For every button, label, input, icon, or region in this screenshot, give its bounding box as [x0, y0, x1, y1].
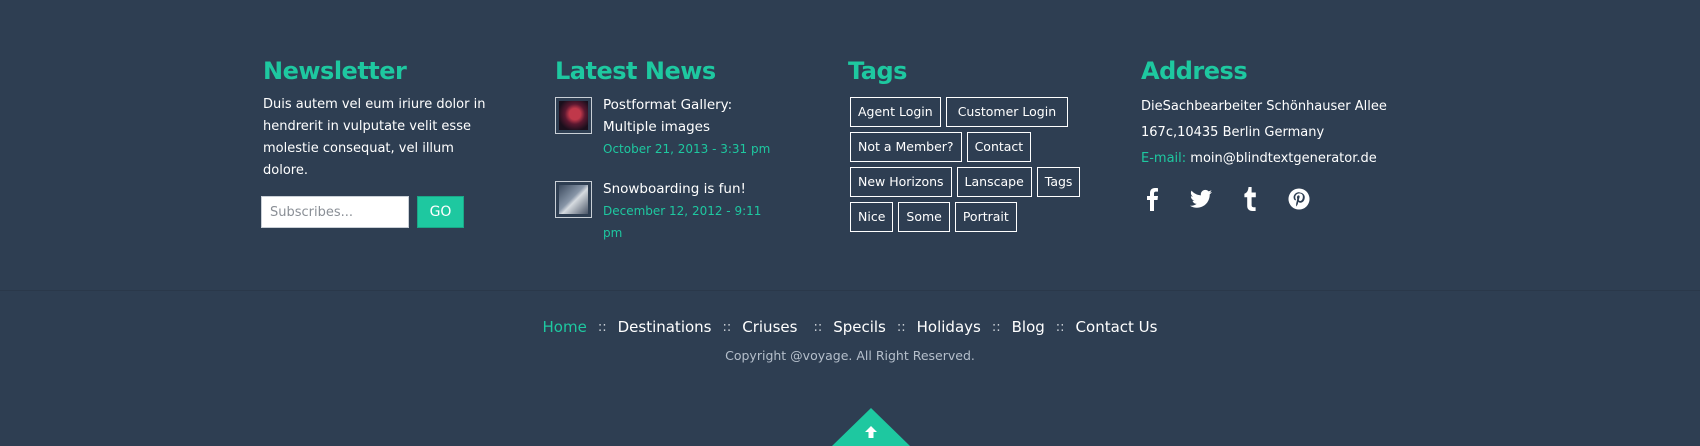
- news-item: Postformat Gallery: Multiple images Octo…: [555, 94, 795, 160]
- nav-separator: ::: [1055, 319, 1065, 335]
- nav-holidays[interactable]: Holidays: [917, 318, 981, 336]
- tag-nice[interactable]: Nice: [850, 202, 894, 232]
- nav-blog[interactable]: Blog: [1012, 318, 1045, 336]
- nav-separator: ::: [813, 319, 823, 335]
- news-date: October 21, 2013 - 3:31 pm: [603, 142, 771, 156]
- news-date: December 12, 2012 - 9:11 pm: [603, 204, 762, 240]
- nav-home[interactable]: Home: [543, 318, 587, 336]
- footer-nav: Home :: Destinations :: Criuses :: Speci…: [0, 318, 1700, 336]
- tag-lanscape[interactable]: Lanscape: [956, 167, 1032, 197]
- tag-portrait[interactable]: Portrait: [954, 202, 1017, 232]
- subscribe-form: GO: [261, 196, 503, 228]
- news-item: Snowboarding is fun! December 12, 2012 -…: [555, 178, 795, 244]
- footer-divider: [0, 290, 1700, 291]
- newsletter-widget: Newsletter Duis autem vel eum iriure dol…: [261, 56, 503, 228]
- copyright-text: Copyright @voyage. All Right Reserved.: [725, 348, 975, 363]
- tags-widget: Tags Agent Login Customer Login Not a Mem…: [848, 56, 1088, 237]
- nav-contact-us[interactable]: Contact Us: [1076, 318, 1158, 336]
- address-email-row: E-mail: moin@blindtextgenerator.de: [1141, 146, 1421, 172]
- tag-not-a-member[interactable]: Not a Member?: [850, 132, 962, 162]
- email-label: E-mail:: [1141, 151, 1187, 166]
- tumblr-icon[interactable]: [1239, 186, 1261, 212]
- address-city: 167c,10435 Berlin Germany: [1141, 125, 1325, 140]
- news-thumbnail[interactable]: [555, 97, 592, 134]
- nav-separator: ::: [896, 319, 906, 335]
- twitter-icon[interactable]: [1190, 186, 1212, 212]
- tag-agent-login[interactable]: Agent Login: [850, 97, 941, 127]
- tag-contact[interactable]: Contact: [966, 132, 1032, 162]
- newsletter-description: Duis autem vel eum iriure dolor in hendr…: [263, 97, 486, 178]
- back-to-top-button[interactable]: [832, 408, 910, 446]
- tag-tags[interactable]: Tags: [1036, 167, 1081, 197]
- news-thumbnail-image: [559, 101, 588, 130]
- tag-new-horizons[interactable]: New Horizons: [850, 167, 952, 197]
- nav-destinations[interactable]: Destinations: [618, 318, 712, 336]
- nav-specils[interactable]: Specils: [833, 318, 886, 336]
- tag-some[interactable]: Some: [898, 202, 950, 232]
- news-title-link[interactable]: Snowboarding is fun!: [603, 178, 783, 200]
- nav-separator: ::: [991, 319, 1001, 335]
- go-button[interactable]: GO: [417, 196, 464, 228]
- tag-customer-login[interactable]: Customer Login: [945, 97, 1069, 127]
- nav-separator: ::: [597, 319, 607, 335]
- latest-news-widget: Latest News Postformat Gallery: Multiple…: [555, 56, 795, 262]
- nav-separator: ::: [722, 319, 732, 335]
- address-street: DieSachbearbeiter Schönhauser Allee: [1141, 99, 1387, 114]
- social-links: [1141, 186, 1421, 212]
- news-list: Postformat Gallery: Multiple images Octo…: [555, 94, 795, 244]
- footer-widgets: Newsletter Duis autem vel eum iriure dol…: [0, 0, 1700, 290]
- email-link[interactable]: moin@blindtextgenerator.de: [1190, 151, 1376, 166]
- latest-news-title: Latest News: [555, 57, 716, 85]
- subscribe-input[interactable]: [261, 196, 409, 228]
- address-widget: Address DieSachbearbeiter Schönhauser Al…: [1141, 56, 1421, 212]
- address-title: Address: [1141, 57, 1248, 85]
- news-thumbnail[interactable]: [555, 181, 592, 218]
- pinterest-icon[interactable]: [1288, 186, 1310, 212]
- tags-title: Tags: [848, 57, 907, 85]
- news-thumbnail-image: [559, 185, 588, 214]
- newsletter-title: Newsletter: [263, 57, 407, 85]
- facebook-icon[interactable]: [1141, 186, 1163, 212]
- nav-criuses[interactable]: Criuses: [742, 318, 797, 336]
- news-title-link[interactable]: Postformat Gallery: Multiple images: [603, 94, 783, 138]
- tag-cloud: Agent Login Customer Login Not a Member? C…: [848, 97, 1088, 237]
